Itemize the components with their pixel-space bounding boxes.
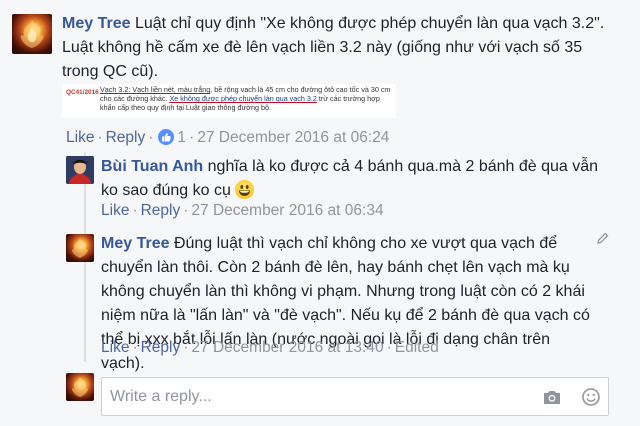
comment-text: Luật chỉ quy định "Xe không được phép ch… [62, 15, 605, 80]
comment-body: Mey Tree Luật chỉ quy định "Xe không đượ… [62, 12, 622, 84]
reply-actions: Like · Reply · 27 December 2016 at 06:34 [101, 202, 384, 219]
reply-actions: Like · Reply · 27 December 2016 at 13:40 · Edi… [101, 339, 439, 356]
like-link[interactable]: Like [66, 129, 94, 146]
comment-timestamp[interactable]: 27 December 2016 at 06:24 [197, 129, 389, 146]
attachment-text-a: Vạch 3.2 [100, 85, 129, 94]
avatar-mey-tree[interactable] [12, 14, 52, 54]
reply-link[interactable]: Reply [106, 129, 146, 146]
reply-composer [101, 377, 609, 416]
reaction-count[interactable]: 1 [177, 129, 186, 146]
camera-icon[interactable] [542, 389, 562, 405]
like-link[interactable]: Like [101, 202, 129, 219]
reply-link[interactable]: Reply [141, 202, 181, 219]
avatar-bui-tuan-anh[interactable] [66, 156, 94, 184]
reply-author[interactable]: Bùi Tuan Anh [101, 158, 203, 175]
grinning-face-icon [235, 180, 255, 199]
comment-author[interactable]: Mey Tree [62, 15, 130, 32]
thumbs-up-icon[interactable] [158, 129, 175, 145]
edited-label[interactable]: Edited [395, 339, 439, 356]
like-link[interactable]: Like [101, 339, 129, 356]
reply-author[interactable]: Mey Tree [101, 235, 169, 252]
attachment-text: Vạch 3.2: Vạch liền nét, màu trắng, bề r… [100, 85, 396, 112]
reply-timestamp[interactable]: 27 December 2016 at 13:40 [191, 339, 383, 356]
comment-actions: Like · Reply · 1 · 27 December 2016 at 06:24 [66, 129, 390, 146]
reply-body: Bùi Tuan Anh nghĩa là ko được cả 4 bánh … [101, 155, 601, 203]
attachment-text-d: Xe không được phép chuyển làn qua vạch 3… [169, 94, 317, 103]
attachment-text-b: : Vạch liền nét, màu trắng [128, 85, 211, 94]
reply-link[interactable]: Reply [141, 339, 181, 356]
avatar-mey-tree[interactable] [66, 234, 94, 262]
pencil-icon[interactable] [597, 232, 609, 244]
current-user-avatar [66, 373, 94, 401]
smiley-icon[interactable] [582, 388, 600, 406]
attachment-code: QC41/2016 [66, 89, 99, 96]
reply-timestamp[interactable]: 27 December 2016 at 06:34 [191, 202, 383, 219]
reply-input[interactable] [110, 388, 510, 406]
attached-image[interactable]: QC41/2016 Vạch 3.2: Vạch liền nét, màu t… [62, 84, 396, 118]
